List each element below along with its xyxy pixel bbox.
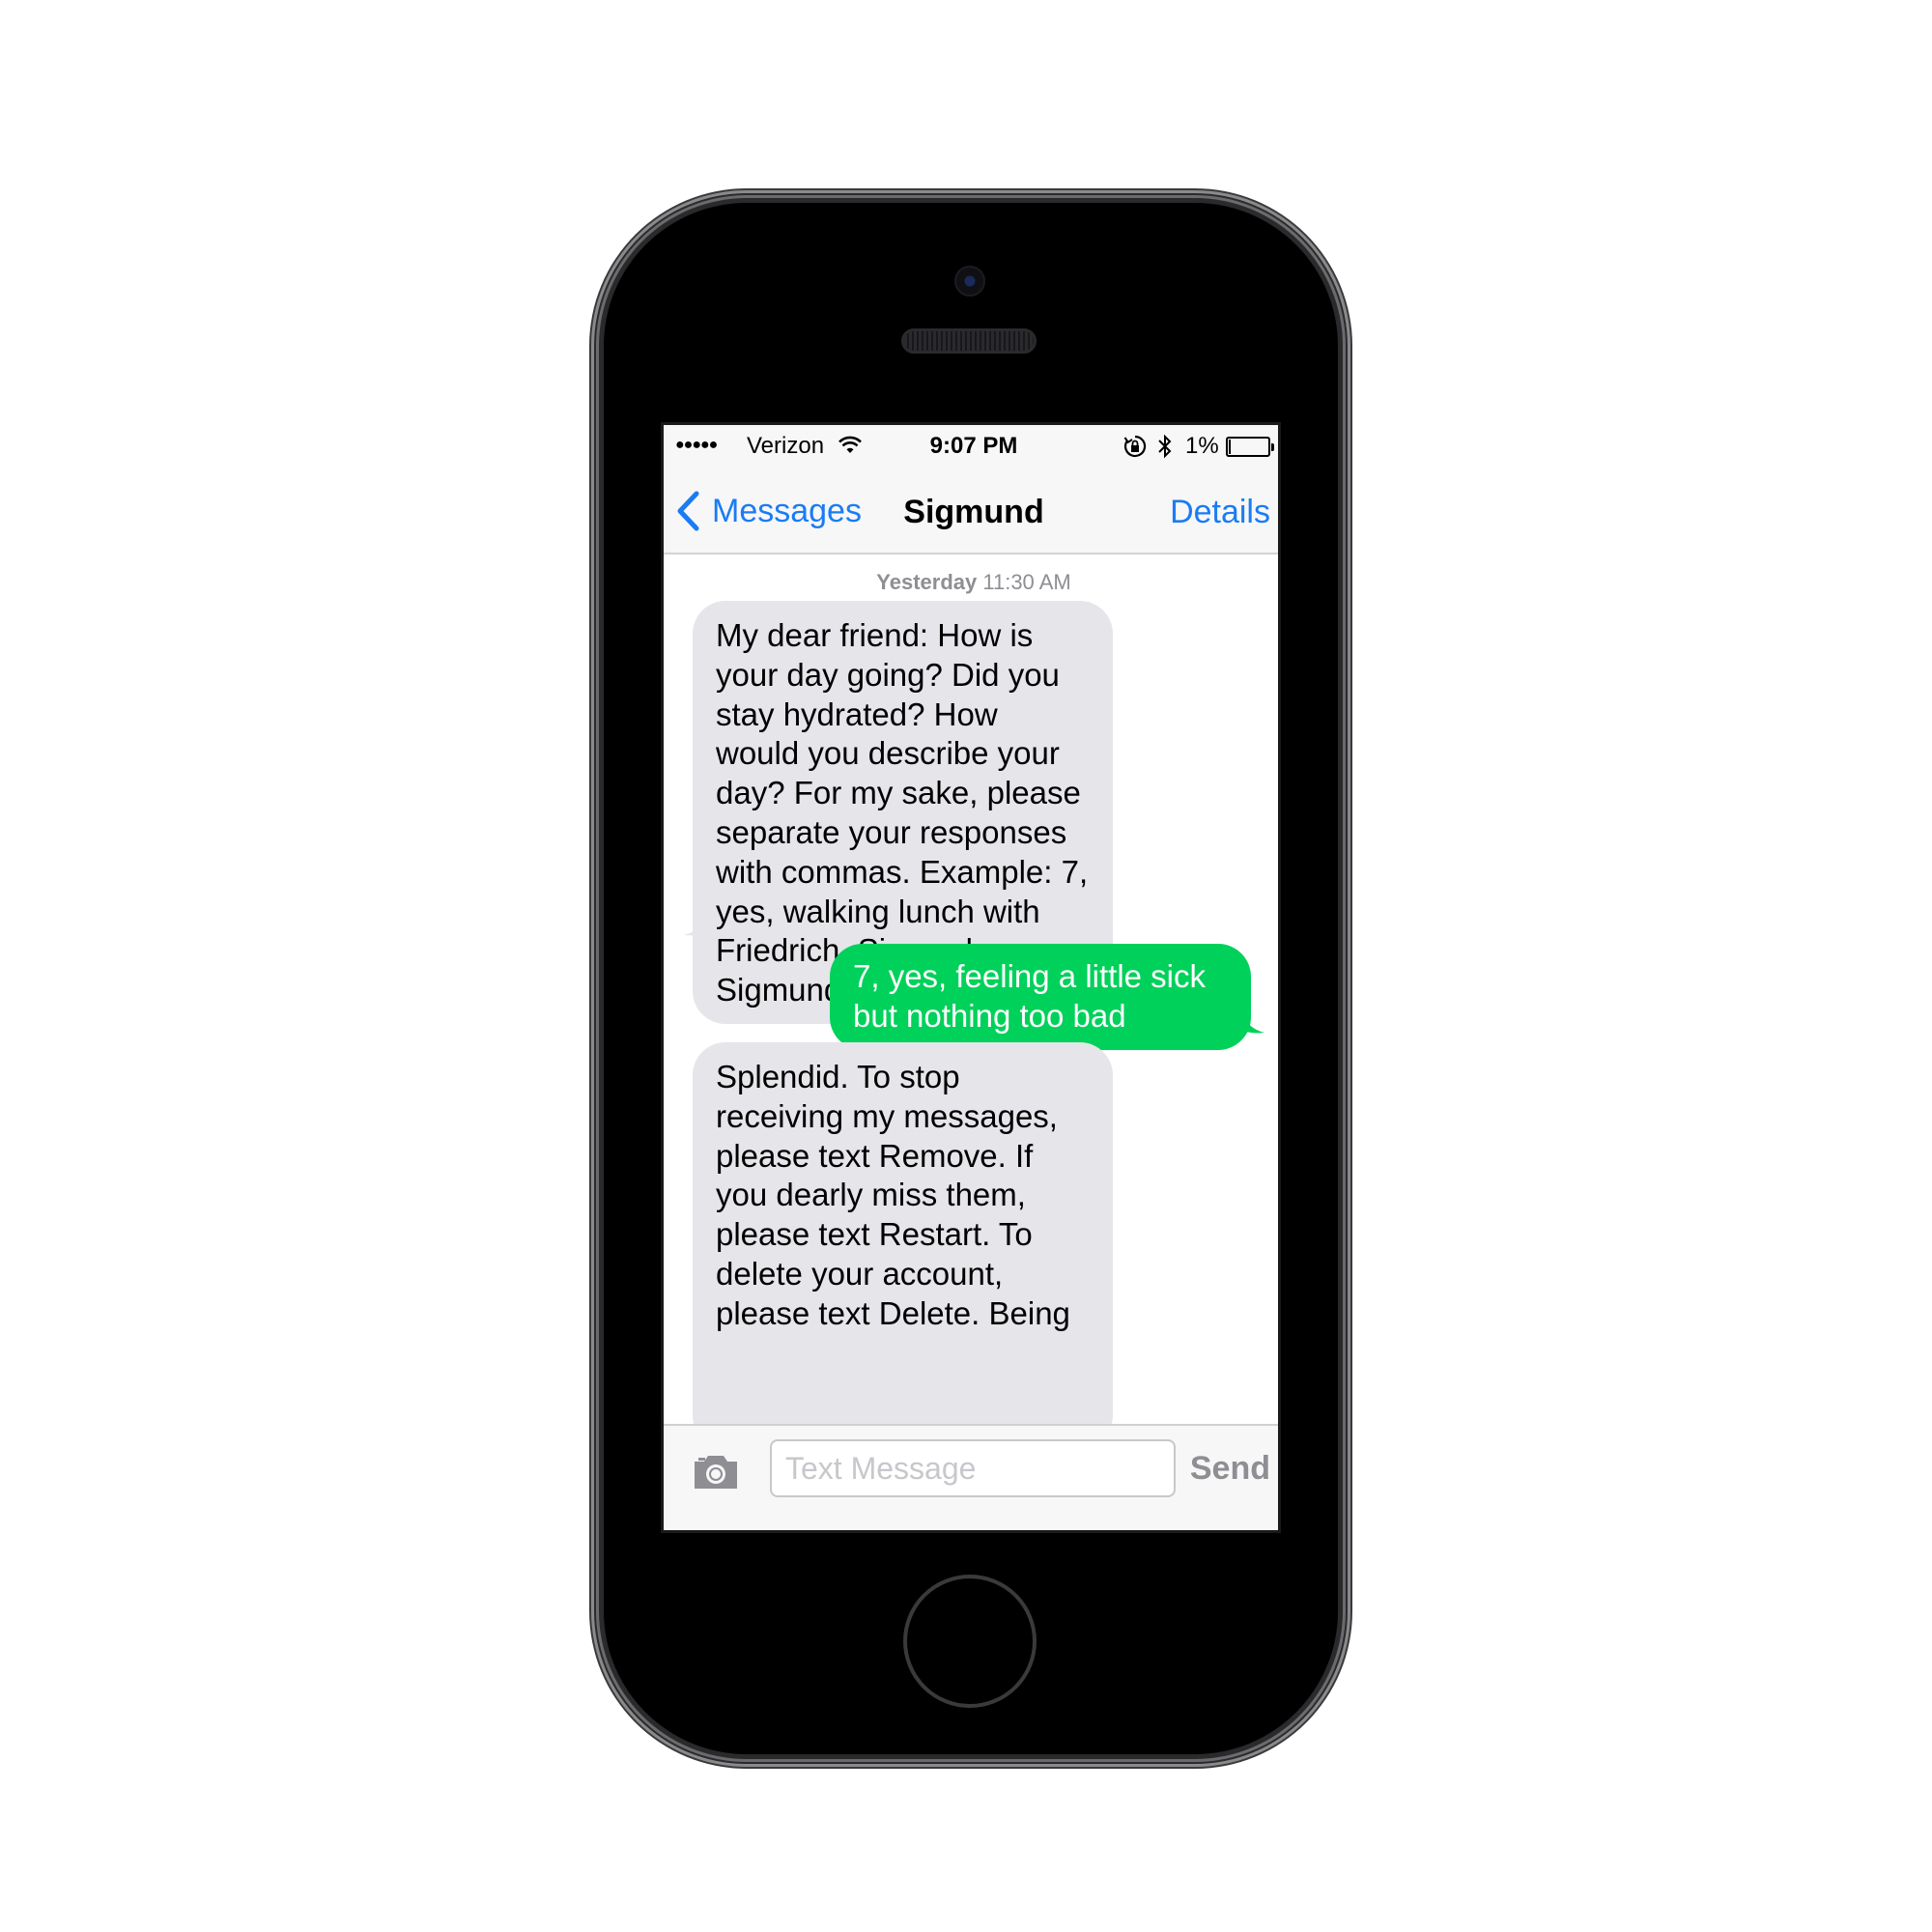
phone-screen: ●●●●● Verizon 9:07 PM 1% Messages Sigmun… bbox=[661, 422, 1281, 1533]
incoming-message-bubble[interactable]: Splendid. To stop receiving my messages,… bbox=[693, 1042, 1113, 1424]
chevron-left-icon bbox=[677, 491, 699, 531]
back-button-label: Messages bbox=[712, 492, 862, 529]
home-button[interactable] bbox=[903, 1575, 1037, 1708]
timestamp-time: 11:30 AM bbox=[982, 570, 1071, 594]
message-timestamp: Yesterday 11:30 AM bbox=[664, 570, 1278, 595]
status-bar: ●●●●● Verizon 9:07 PM 1% bbox=[664, 425, 1278, 468]
front-camera bbox=[954, 266, 985, 297]
message-text: Splendid. To stop receiving my messages,… bbox=[716, 1059, 1070, 1331]
battery-icon bbox=[1226, 437, 1274, 457]
text-message-input[interactable] bbox=[770, 1439, 1176, 1497]
rotation-lock-icon bbox=[1123, 435, 1147, 458]
message-thread[interactable]: Yesterday 11:30 AM My dear friend: How i… bbox=[664, 556, 1278, 1424]
details-button[interactable]: Details bbox=[1170, 494, 1270, 531]
message-input-bar: Send bbox=[664, 1424, 1278, 1530]
message-text: 7, yes, feeling a little sick but nothin… bbox=[853, 958, 1206, 1034]
back-to-messages-button[interactable]: Messages bbox=[675, 487, 862, 535]
navigation-bar: Messages Sigmund Details bbox=[664, 468, 1278, 554]
camera-icon[interactable] bbox=[691, 1450, 741, 1492]
outgoing-message-bubble[interactable]: 7, yes, feeling a little sick but nothin… bbox=[830, 944, 1251, 1050]
timestamp-day: Yesterday bbox=[876, 570, 978, 594]
battery-percent: 1% bbox=[1185, 433, 1219, 459]
bluetooth-icon bbox=[1158, 434, 1172, 459]
battery-fill bbox=[1229, 440, 1231, 454]
send-button[interactable]: Send bbox=[1190, 1450, 1270, 1488]
earpiece-speaker bbox=[901, 328, 1037, 354]
